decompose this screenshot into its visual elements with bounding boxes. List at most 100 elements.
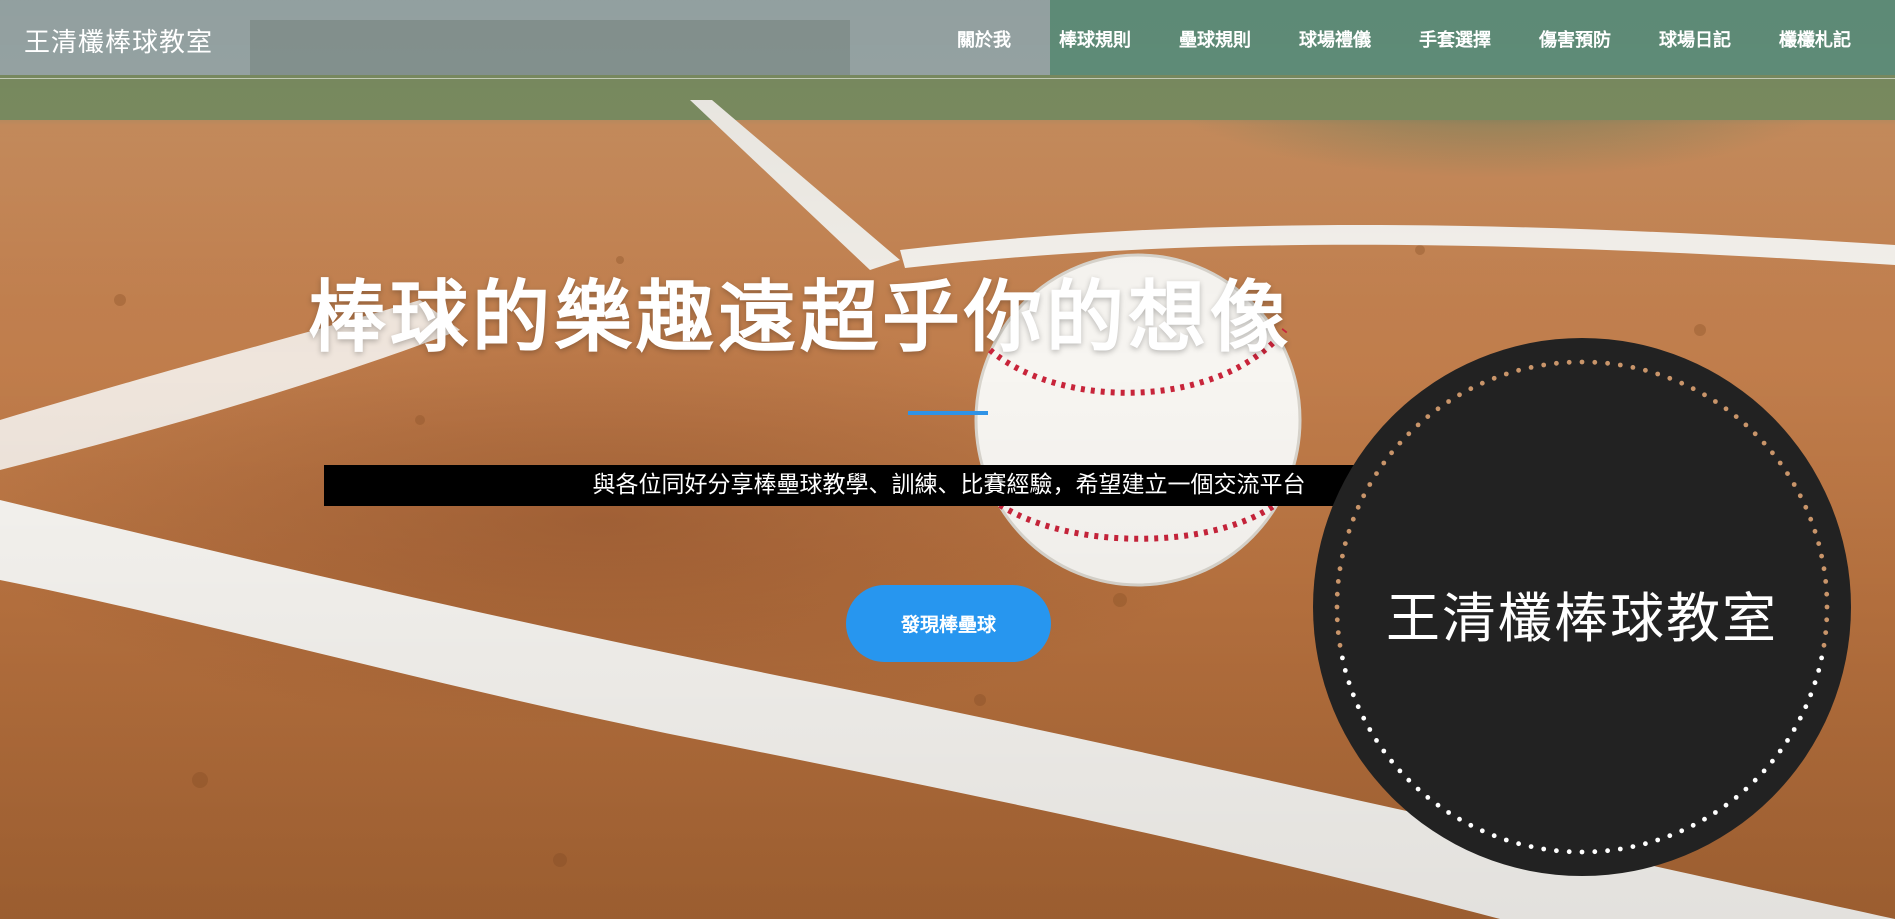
ring-dot [1733, 795, 1739, 800]
ring-dot [1713, 810, 1718, 815]
ring-dot [1690, 386, 1696, 392]
ring-dot [1723, 406, 1729, 412]
ring-dot [1655, 371, 1661, 377]
ring-dot [1592, 849, 1598, 855]
nav-item-field-diary[interactable]: 球場日記 [1635, 26, 1755, 52]
ring-dot [1797, 715, 1803, 721]
brand-logo-link[interactable]: 王清欉棒球教室 [24, 22, 213, 59]
ring-dot [1554, 360, 1559, 366]
ring-dot [1592, 359, 1598, 365]
ring-dot [1803, 504, 1809, 510]
ring-dot [1803, 704, 1809, 710]
ring-dot [1528, 844, 1534, 849]
ring-dot [1690, 822, 1696, 828]
ring-dot [1605, 848, 1610, 854]
ring-dot [1446, 399, 1451, 404]
ring-dot [1350, 516, 1356, 522]
ring-dot [1361, 493, 1367, 499]
ring-dot [1812, 528, 1818, 534]
headline-divider [908, 411, 988, 415]
ring-dot [1457, 816, 1462, 822]
ring-dot [1761, 768, 1767, 774]
discover-button[interactable]: 發現棒壘球 [846, 585, 1051, 662]
ring-dot [1406, 431, 1412, 437]
ring-dot [1702, 816, 1707, 822]
ring-dot [1816, 668, 1822, 673]
ring-dot [1752, 431, 1758, 437]
ring-dot [1816, 541, 1822, 546]
site-badge: 王清欉棒球教室 [1313, 338, 1851, 876]
ring-dot [1777, 748, 1783, 754]
ring-dot [1770, 450, 1775, 456]
nav-item-glove-selection[interactable]: 手套選擇 [1395, 26, 1515, 52]
ring-dot [1479, 828, 1485, 834]
ring-dot [1340, 553, 1345, 559]
ring-dot [1655, 837, 1661, 843]
ring-dot [1554, 848, 1559, 854]
ring-dot [1425, 795, 1431, 800]
ring-dot [1566, 359, 1572, 365]
ring-dot [1785, 471, 1790, 476]
nav-item-field-etiquette[interactable]: 球場禮儀 [1275, 26, 1395, 52]
ring-dot [1812, 680, 1818, 686]
ring-dot [1381, 748, 1387, 754]
ring-dot [1630, 365, 1636, 370]
ring-dot [1435, 406, 1441, 412]
ring-dot [1579, 359, 1585, 365]
ring-dot [1346, 680, 1352, 686]
ring-dot [1743, 786, 1749, 792]
ring-dot [1389, 450, 1394, 456]
ring-dot [1346, 528, 1352, 534]
ring-dot [1566, 849, 1572, 855]
ring-dot [1425, 414, 1431, 419]
ring-dot [1630, 844, 1636, 849]
ring-dot [1355, 504, 1361, 510]
ring-dot [1337, 566, 1343, 572]
ring-dot [1785, 738, 1790, 743]
ring-dot [1479, 380, 1485, 386]
ring-dot [1643, 367, 1648, 373]
ring-dot [1503, 371, 1509, 377]
nav-item-softball-rules[interactable]: 壘球規則 [1155, 26, 1275, 52]
ring-dot [1406, 777, 1412, 783]
ring-dot [1541, 846, 1547, 852]
ring-dot [1367, 482, 1373, 487]
badge-title: 王清欉棒球教室 [1386, 587, 1778, 650]
ring-dot [1791, 482, 1797, 487]
ring-dot [1617, 362, 1623, 368]
nav-item-baseball-rules[interactable]: 棒球規則 [1035, 26, 1155, 52]
ring-dot [1381, 460, 1387, 466]
ring-dot [1350, 692, 1356, 698]
ring-dot [1743, 422, 1749, 428]
ring-dot [1355, 704, 1361, 710]
ring-dot [1342, 541, 1348, 546]
ring-dot [1415, 786, 1421, 792]
ring-dot [1667, 375, 1673, 381]
ring-dot [1791, 727, 1797, 732]
nav-item-notes[interactable]: 欉欉札記 [1755, 26, 1875, 52]
ring-dot [1752, 777, 1758, 783]
ring-dot [1397, 768, 1403, 774]
ring-dot [1457, 392, 1462, 398]
ring-dot [1777, 460, 1783, 466]
ring-dot [1342, 668, 1348, 673]
ring-dot [1679, 380, 1685, 386]
ring-dot [1374, 471, 1379, 476]
ring-dot [1541, 362, 1547, 368]
ring-dot [1435, 802, 1441, 808]
ring-dot [1374, 738, 1379, 743]
nav-item-about[interactable]: 關於我 [933, 26, 1035, 52]
ring-dot [1702, 392, 1707, 398]
ring-dot [1516, 367, 1521, 373]
ring-dot [1819, 655, 1824, 661]
ring-dot [1819, 553, 1824, 559]
main-nav: 關於我 棒球規則 壘球規則 球場禮儀 手套選擇 傷害預防 球場日記 欉欉札記 [933, 26, 1875, 52]
nav-item-injury-prevention[interactable]: 傷害預防 [1515, 26, 1635, 52]
ring-dot [1770, 758, 1775, 764]
ring-dot [1367, 727, 1373, 732]
ring-dot [1733, 414, 1739, 419]
ring-dot [1446, 810, 1451, 815]
ring-dot [1808, 516, 1814, 522]
ring-dot [1528, 365, 1534, 370]
ring-dot [1808, 692, 1814, 698]
